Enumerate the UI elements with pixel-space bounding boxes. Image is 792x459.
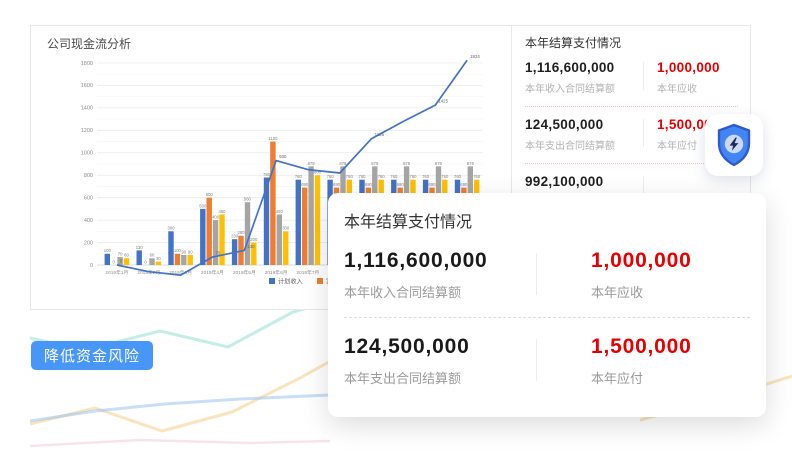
svg-text:760: 760 [359,174,367,179]
dotted-divider [525,106,738,107]
svg-text:879: 879 [403,161,411,166]
svg-text:760: 760 [473,174,481,179]
overlay-income-value: 1,116,600,000 [344,249,536,273]
svg-text:2019年6月: 2019年6月 [265,269,288,276]
svg-text:690: 690 [397,182,405,187]
overlay-payable-value: 1,500,000 [591,335,692,359]
overlay-income-label: 本年收入合同结算额 [344,282,536,301]
svg-text:760: 760 [327,174,335,179]
svg-text:400: 400 [212,215,220,220]
svg-text:2019年4月: 2019年4月 [201,269,224,276]
svg-text:879: 879 [467,161,475,166]
income-settlement-value: 1,116,600,000 [525,60,643,75]
dashed-divider [344,317,750,318]
svg-text:500: 500 [199,203,207,208]
svg-text:1200: 1200 [81,128,93,134]
svg-text:450: 450 [219,209,227,214]
svg-text:0: 0 [144,259,147,264]
dashboard-screen: 公司现金流分析 02004006008001000120014001600180… [0,0,792,459]
svg-text:600: 600 [206,192,214,197]
receivable-value: 1,000,000 [657,60,720,75]
svg-text:690: 690 [301,182,309,187]
settlement-stats-title: 本年结算支付情况 [525,34,750,51]
svg-text:760: 760 [346,174,354,179]
svg-text:760: 760 [422,174,430,179]
svg-text:90: 90 [181,249,186,254]
svg-text:130: 130 [247,244,255,249]
svg-text:300: 300 [282,226,290,231]
stat-row-income: 1,116,600,000 本年收入合同结算额 1,000,000 本年应收 [525,60,750,95]
svg-text:30: 30 [156,256,161,261]
overlay-row-expense: 124,500,000 本年支出合同结算额 1,500,000 本年应付 [344,335,750,387]
svg-text:2019年1月: 2019年1月 [105,269,128,276]
svg-text:100: 100 [104,248,112,253]
svg-text:300: 300 [168,226,176,231]
svg-text:1600: 1600 [81,83,93,89]
expense-settlement-value: 124,500,000 [525,117,643,132]
svg-text:690: 690 [429,182,437,187]
svg-text:780: 780 [263,172,271,177]
svg-text:1800: 1800 [81,61,93,67]
svg-text:690: 690 [460,182,468,187]
svg-text:600: 600 [84,195,93,201]
svg-text:760: 760 [378,174,386,179]
svg-text:879: 879 [435,161,443,166]
svg-text:70: 70 [215,251,220,256]
svg-text:1126: 1126 [375,132,385,137]
svg-text:760: 760 [295,174,303,179]
svg-text:450: 450 [276,209,284,214]
overlay-payable-label: 本年应付 [591,368,692,387]
svg-text:760: 760 [410,174,418,179]
svg-text:760: 760 [454,174,462,179]
svg-text:2019年5月: 2019年5月 [233,269,256,276]
svg-text:100: 100 [174,248,182,253]
shield-lightning-icon [714,123,754,167]
svg-text:60: 60 [150,253,155,258]
balance-value: 992,100,000 [525,174,643,189]
expense-settlement-label: 本年支出合同结算额 [525,137,643,152]
svg-text:1100: 1100 [268,136,278,141]
svg-text:60: 60 [124,253,129,258]
overlay-receivable-label: 本年应收 [591,282,692,301]
svg-text:879: 879 [308,161,316,166]
svg-text:400: 400 [84,218,93,224]
svg-text:800: 800 [84,173,93,179]
svg-text:200: 200 [84,240,93,246]
svg-text:879: 879 [371,161,379,166]
svg-text:690: 690 [365,182,373,187]
svg-text:760: 760 [441,174,449,179]
svg-text:879: 879 [339,161,347,166]
svg-text:90: 90 [188,249,193,254]
svg-text:0: 0 [90,263,93,269]
svg-text:560: 560 [244,197,252,202]
svg-text:1425: 1425 [438,99,448,104]
svg-text:1000: 1000 [81,151,93,157]
overlay-expense-label: 本年支出合同结算额 [344,368,536,387]
overlay-expense-value: 124,500,000 [344,335,536,359]
svg-text:690: 690 [333,182,341,187]
svg-text:200: 200 [250,237,258,242]
svg-text:1400: 1400 [81,106,93,112]
overlay-receivable-value: 1,000,000 [591,249,692,273]
svg-text:1824: 1824 [470,54,480,59]
overlay-title: 本年结算支付情况 [344,208,750,232]
risk-badge[interactable]: 降低资金风险 [31,341,153,370]
svg-text:2019年7月: 2019年7月 [296,269,319,276]
svg-text:760: 760 [390,174,398,179]
svg-text:0: 0 [113,259,116,264]
settlement-overlay-card: 本年结算支付情况 1,116,600,000 本年收入合同结算额 1,000,0… [328,193,766,417]
receivable-label: 本年应收 [657,80,720,95]
income-settlement-label: 本年收入合同结算额 [525,80,643,95]
security-shield-card[interactable] [705,114,763,176]
svg-text:930: 930 [279,154,287,159]
svg-text:260: 260 [238,230,246,235]
svg-text:130: 130 [136,245,144,250]
svg-text:计划收入: 计划收入 [278,278,303,286]
overlay-row-income: 1,116,600,000 本年收入合同结算额 1,000,000 本年应收 [344,249,750,301]
svg-text:70: 70 [118,252,123,257]
